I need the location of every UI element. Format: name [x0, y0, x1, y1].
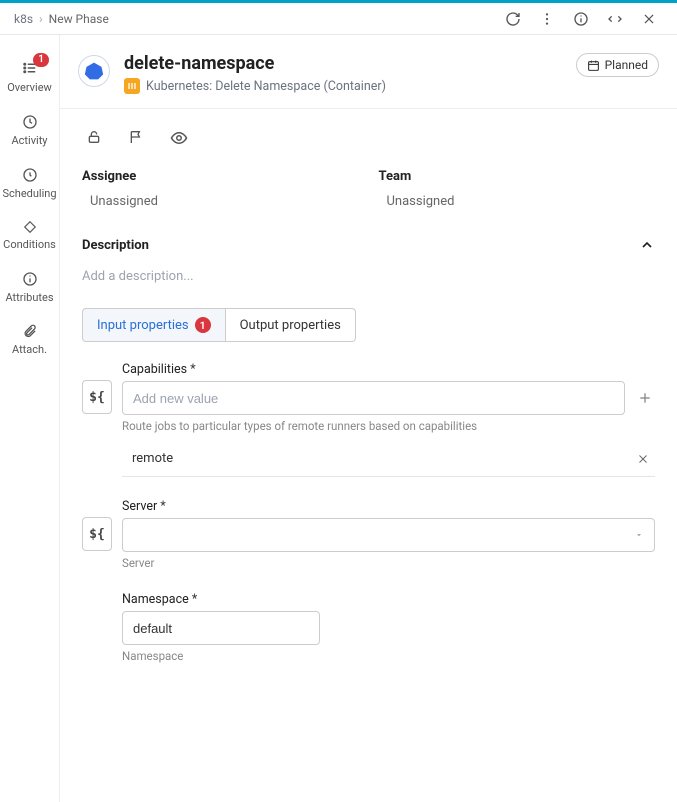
tab-badge: 1 [195, 317, 211, 333]
description-label: Description [82, 238, 149, 253]
description-header[interactable]: Description [82, 237, 655, 253]
container-icon [124, 78, 140, 94]
topbar: k8s › New Phase [0, 3, 677, 35]
calendar-icon [587, 59, 600, 72]
tab-output-properties[interactable]: Output properties [226, 308, 356, 342]
info-outline-icon [22, 271, 38, 287]
clock-outline-icon [22, 167, 38, 183]
sidebar-item-scheduling[interactable]: Scheduling [0, 167, 59, 200]
breadcrumb-separator: › [39, 12, 43, 26]
tab-label: Output properties [240, 318, 341, 333]
capabilities-input[interactable] [122, 381, 625, 415]
assignee-block[interactable]: Assignee Unassigned [82, 169, 359, 209]
sidebar-item-label: Scheduling [2, 187, 56, 200]
tab-label: Input properties [97, 318, 189, 333]
server-help: Server [122, 556, 655, 570]
server-label: Server [122, 499, 655, 514]
sidebar-item-label: Attributes [5, 291, 53, 304]
remove-value-icon[interactable] [637, 453, 649, 465]
capability-value-row: remote [122, 441, 655, 477]
field-namespace: Namespace Namespace [82, 592, 655, 663]
main-panel: delete-namespace Kubernetes: Delete Name… [60, 35, 677, 802]
chevron-up-icon [639, 237, 655, 253]
caret-down-icon [634, 530, 644, 540]
lock-icon[interactable] [86, 129, 102, 147]
sidebar-item-label: Conditions [3, 238, 56, 251]
field-server: ${ Server Server [82, 499, 655, 570]
breadcrumb-current: New Phase [49, 12, 109, 26]
description-input[interactable]: Add a description... [82, 263, 655, 308]
sidebar-item-label: Attach. [12, 343, 47, 356]
breadcrumb: k8s › New Phase [14, 12, 109, 26]
assignee-value: Unassigned [82, 194, 359, 209]
close-icon[interactable] [635, 5, 663, 33]
sidebar-item-label: Overview [7, 81, 52, 94]
namespace-help: Namespace [122, 649, 655, 663]
variable-button[interactable]: ${ [82, 380, 112, 414]
page-subtitle: Kubernetes: Delete Namespace (Container) [146, 79, 386, 94]
kubernetes-logo-icon [78, 55, 110, 87]
capability-value: remote [132, 451, 173, 466]
team-label: Team [379, 169, 656, 184]
add-value-button[interactable] [635, 388, 655, 408]
team-block[interactable]: Team Unassigned [379, 169, 656, 209]
assignee-label: Assignee [82, 169, 359, 184]
status-chip[interactable]: Planned [576, 53, 659, 77]
clock-icon [22, 114, 38, 130]
property-tabs: Input properties 1 Output properties [82, 308, 655, 342]
breadcrumb-root[interactable]: k8s [14, 12, 33, 26]
namespace-label: Namespace [122, 592, 655, 607]
refresh-icon[interactable] [499, 5, 527, 33]
eye-icon[interactable] [170, 129, 188, 147]
flag-icon[interactable] [128, 129, 144, 147]
page-header: delete-namespace Kubernetes: Delete Name… [60, 35, 677, 109]
sidebar-item-activity[interactable]: Activity [0, 114, 59, 147]
sidebar-item-attributes[interactable]: Attributes [0, 271, 59, 304]
namespace-input[interactable] [122, 611, 320, 645]
sidebar-item-label: Activity [11, 134, 47, 147]
sidebar-item-overview[interactable]: 1 Overview [0, 59, 59, 94]
sidebar-item-conditions[interactable]: Conditions [0, 220, 59, 251]
info-icon[interactable] [567, 5, 595, 33]
variable-button[interactable]: ${ [82, 517, 112, 551]
sidebar-item-attach[interactable]: Attach. [0, 324, 59, 356]
paperclip-icon [22, 324, 37, 339]
more-icon[interactable] [533, 5, 561, 33]
diamond-icon [23, 220, 37, 234]
overview-badge: 1 [33, 53, 49, 67]
sidebar: 1 Overview Activity Scheduling Condition… [0, 35, 60, 802]
server-select[interactable] [122, 518, 655, 552]
field-capabilities: ${ Capabilities Route jobs to particular… [82, 362, 655, 477]
page-title: delete-namespace [124, 53, 576, 74]
tab-input-properties[interactable]: Input properties 1 [82, 308, 226, 342]
capabilities-label: Capabilities [122, 362, 655, 377]
capabilities-help: Route jobs to particular types of remote… [122, 419, 655, 433]
status-label: Planned [605, 58, 648, 72]
team-value: Unassigned [379, 194, 656, 209]
expand-icon[interactable] [601, 5, 629, 33]
